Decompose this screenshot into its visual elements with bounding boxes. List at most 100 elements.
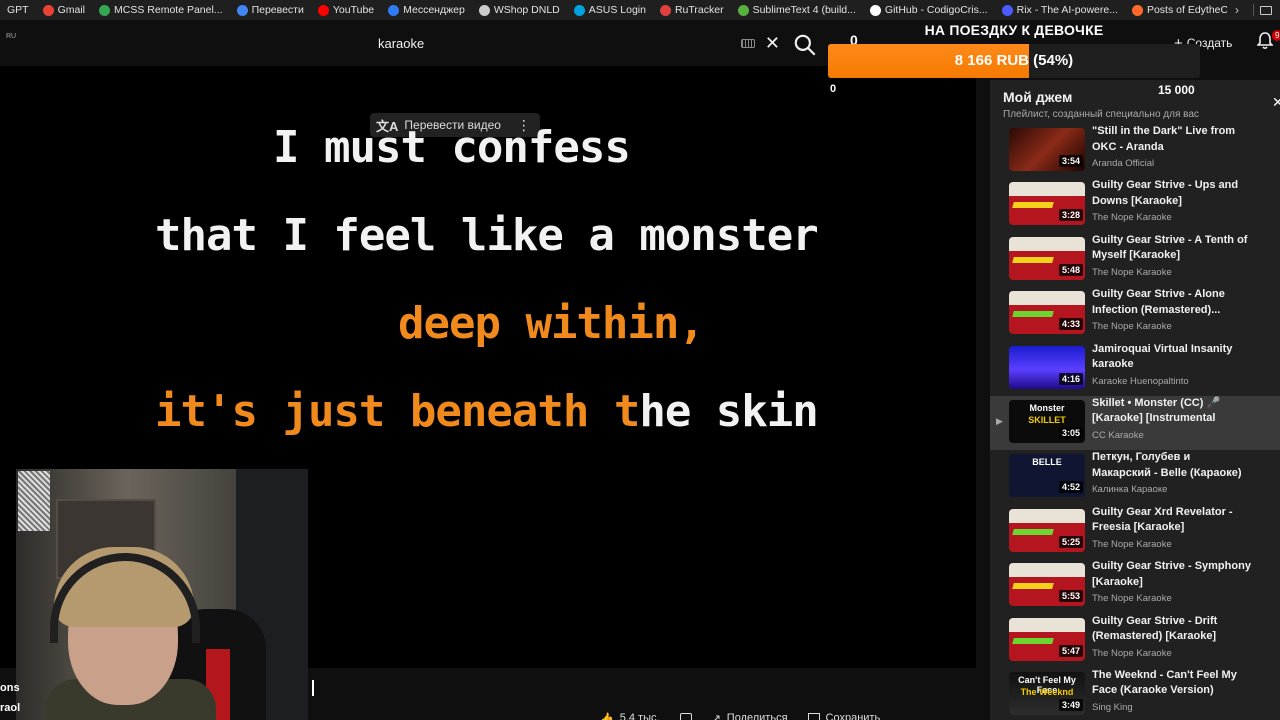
bookmark-item[interactable]: ASUS Login <box>567 0 653 20</box>
video-duration: 5:25 <box>1058 535 1083 548</box>
save-label: Сохранить <box>825 712 881 720</box>
keyboard-icon[interactable] <box>740 38 755 48</box>
chevron-right-icon[interactable]: › <box>1227 3 1247 17</box>
bookmark-favicon-icon <box>42 4 54 16</box>
bookmark-favicon-icon <box>388 4 400 16</box>
video-title[interactable]: The Weeknd - Can't Feel My Face (Karaoke… <box>1092 668 1252 699</box>
channel-name[interactable]: The Nope Karaoke <box>1092 593 1172 604</box>
bookmark-item[interactable]: GPT <box>0 0 36 20</box>
playlist-items: 3:54 "Still in the Dark" Live from OKC - … <box>990 124 1280 720</box>
close-icon[interactable]: ✕ <box>1272 94 1280 111</box>
video-duration: 4:16 <box>1058 372 1083 385</box>
bookmark-item[interactable]: Мессенджер <box>381 0 472 20</box>
donation-title: НА ПОЕЗДКУ К ДЕВОЧКЕ <box>924 22 1104 38</box>
lyric-line-2: that I feel like a monster <box>155 210 819 261</box>
channel-name[interactable]: The Nope Karaoke <box>1092 212 1172 223</box>
comment-icon <box>679 713 692 720</box>
video-thumbnail[interactable]: 4:33 <box>1009 291 1085 335</box>
bookmark-favicon-icon <box>236 4 248 16</box>
video-title[interactable]: Guilty Gear Strive - A Tenth of Myself [… <box>1092 233 1252 264</box>
channel-name[interactable]: Aranda Official <box>1092 158 1154 169</box>
video-thumbnail[interactable]: 5:48 <box>1009 236 1085 280</box>
channel-name[interactable]: Sing King <box>1092 702 1133 713</box>
video-duration: 3:28 <box>1058 209 1083 222</box>
bookmark-item[interactable]: RuTracker <box>653 0 731 20</box>
video-duration: 5:53 <box>1058 590 1083 603</box>
channel-name[interactable]: The Nope Karaoke <box>1092 539 1172 550</box>
bookmark-favicon-icon <box>1131 4 1143 16</box>
video-duration: 5:48 <box>1058 263 1083 276</box>
bookmark-item[interactable]: Rix - The AI-powere... <box>995 0 1125 20</box>
bookmark-item[interactable]: Перевести <box>230 0 311 20</box>
channel-name[interactable]: The Nope Karaoke <box>1092 648 1172 659</box>
bookmark-label: WShop DNLD <box>493 4 560 16</box>
playlist-item[interactable]: 4:33 Guilty Gear Strive - Alone Infection… <box>990 287 1280 341</box>
video-thumbnail[interactable]: 3:54 <box>1009 128 1085 171</box>
folder-icon[interactable] <box>1260 5 1272 15</box>
video-thumbnail[interactable]: 5:25 <box>1009 508 1085 552</box>
bell-icon[interactable] <box>1257 32 1273 50</box>
channel-name[interactable]: Калинка Караоке <box>1092 484 1167 495</box>
channel-name[interactable]: CC Karaoke <box>1092 430 1144 441</box>
clear-search-icon[interactable]: ✕ <box>765 34 780 52</box>
bookmark-label: GPT <box>7 4 29 16</box>
video-thumbnail[interactable]: Monster SKILLET 3:05 <box>1009 399 1085 443</box>
video-title[interactable]: Guilty Gear Strive - Drift (Remastered) … <box>1092 614 1252 645</box>
video-title[interactable]: Skillet • Monster (CC) 🎤 [Karaoke] [Inst… <box>1092 396 1252 427</box>
playlist-item[interactable]: 5:48 Guilty Gear Strive - A Tenth of Myse… <box>990 233 1280 287</box>
bookmark-item[interactable]: WShop DNLD <box>472 0 567 20</box>
bookmark-item[interactable]: Gmail <box>36 0 92 20</box>
video-duration: 3:05 <box>1058 426 1083 439</box>
lyric-line-1: I must confess <box>273 122 631 173</box>
search-input[interactable]: karaoke <box>366 36 741 51</box>
search-icon[interactable] <box>792 32 818 58</box>
donation-max: 15 000 <box>1158 83 1195 97</box>
playlist-item[interactable]: 5:25 Guilty Gear Xrd Revelator - Freesia … <box>990 505 1280 559</box>
save-button[interactable]: Сохранить <box>807 712 881 720</box>
playlist-item[interactable]: 4:16 Jamiroquai Virtual Insanity karaoke K… <box>990 342 1280 396</box>
bookmark-favicon-icon <box>478 4 490 16</box>
share-button[interactable]: ↗ Поделиться <box>712 712 788 720</box>
video-title[interactable]: Guilty Gear Xrd Revelator - Freesia [Kar… <box>1092 505 1252 536</box>
channel-name[interactable]: The Nope Karaoke <box>1092 321 1172 332</box>
search-box[interactable]: karaoke ✕ <box>366 28 786 58</box>
playlist-item[interactable]: Can't Feel My Face The Weeknd 3:49 The Week… <box>990 668 1280 720</box>
bookmark-item[interactable]: GitHub - CodigoCris... <box>863 0 995 20</box>
video-title[interactable]: Jamiroquai Virtual Insanity karaoke <box>1092 342 1252 373</box>
video-title[interactable]: Guilty Gear Strive - Symphony [Karaoke] <box>1092 559 1252 590</box>
comment-button[interactable] <box>679 713 692 720</box>
video-thumbnail[interactable]: 5:53 <box>1009 563 1085 607</box>
video-title[interactable]: "Still in the Dark" Live from OKC - Aran… <box>1092 124 1252 155</box>
bookmark-favicon-icon <box>317 4 329 16</box>
bookmark-item[interactable]: MCSS Remote Panel... <box>92 0 230 20</box>
playlist-item[interactable]: 3:54 "Still in the Dark" Live from OKC - … <box>990 124 1280 178</box>
bookmark-label: Rix - The AI-powere... <box>1016 4 1118 16</box>
dislike-button[interactable]: 👍 5,4 тыс. <box>600 712 660 720</box>
playlist-item[interactable]: 3:28 Guilty Gear Strive - Ups and Downs [… <box>990 178 1280 232</box>
donation-progress-text: 8 166 RUB (54%) <box>954 52 1074 69</box>
playlist-item[interactable]: BELLE 4:52 Петкун, Голубев и Макарский - B… <box>990 450 1280 504</box>
video-thumbnail[interactable]: 5:47 <box>1009 617 1085 661</box>
now-playing-icon: ▶ <box>996 415 1003 426</box>
video-actions: 👍 5,4 тыс. ↗ Поделиться Сохранить <box>600 708 880 720</box>
playlist-item[interactable]: 5:47 Guilty Gear Strive - Drift (Remaster… <box>990 614 1280 668</box>
bookmark-item[interactable]: YouTube <box>311 0 381 20</box>
lyric-line-4: it's just beneath the skin <box>155 386 819 437</box>
video-thumbnail[interactable]: 4:16 <box>1009 345 1085 389</box>
video-title[interactable]: Guilty Gear Strive - Ups and Downs [Kara… <box>1092 178 1252 209</box>
divider <box>1253 4 1254 16</box>
channel-name[interactable]: The Nope Karaoke <box>1092 267 1172 278</box>
video-title[interactable]: Guilty Gear Strive - Alone Infection (Re… <box>1092 287 1252 318</box>
edge-text-top: ons <box>0 682 20 694</box>
channel-name[interactable]: Karaoke Huenopaltinto <box>1092 376 1189 387</box>
video-thumbnail[interactable]: Can't Feel My Face The Weeknd 3:49 <box>1009 671 1085 715</box>
notification-count: 9 <box>1272 30 1280 41</box>
share-label: Поделиться <box>726 712 788 720</box>
lyric-sung-part: it's just beneath t <box>155 386 640 437</box>
playlist-item[interactable]: ▶ Monster SKILLET 3:05 Skillet • Monster (CC… <box>990 395 1280 451</box>
video-thumbnail[interactable]: 3:28 <box>1009 182 1085 226</box>
bookmark-item[interactable]: SublimeText 4 (build... <box>731 0 863 20</box>
playlist-item[interactable]: 5:53 Guilty Gear Strive - Symphony [Karao… <box>990 559 1280 613</box>
video-thumbnail[interactable]: BELLE 4:52 <box>1009 454 1085 498</box>
video-title[interactable]: Петкун, Голубев и Макарский - Belle (Кар… <box>1092 450 1252 481</box>
